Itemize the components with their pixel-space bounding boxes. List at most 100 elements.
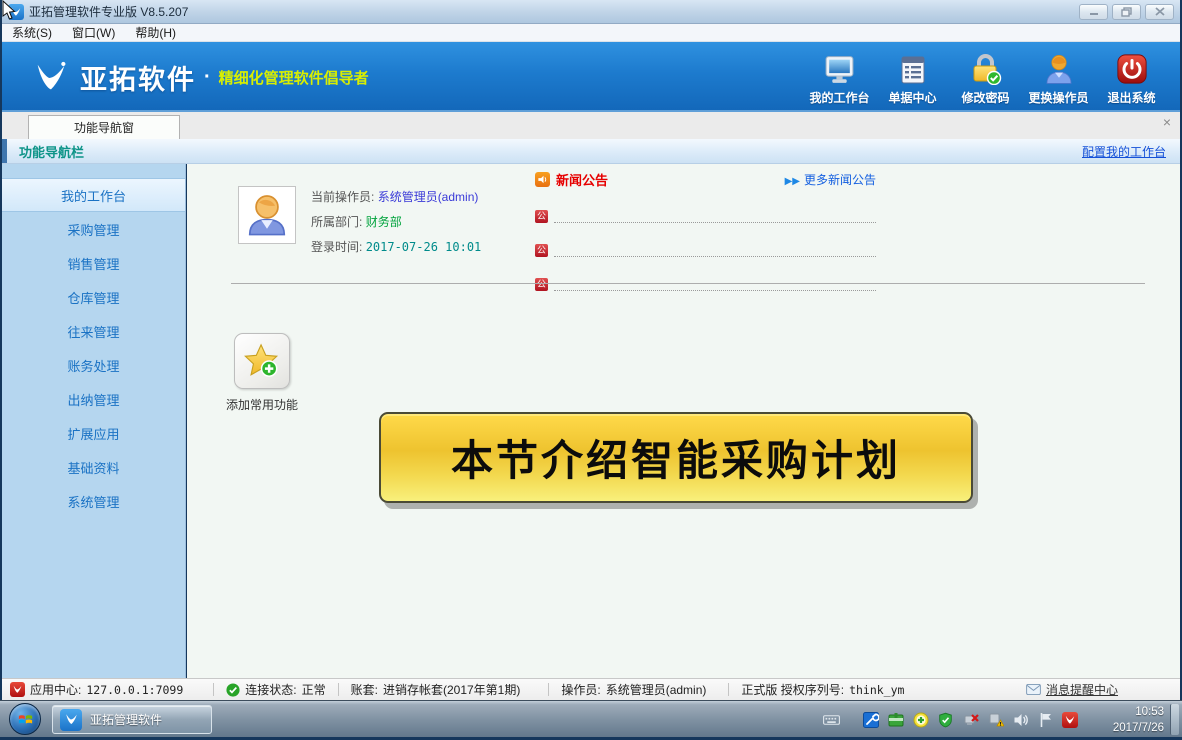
message-center-link[interactable]: 消息提醒中心	[1026, 681, 1118, 698]
toolbar-exit-system[interactable]: 退出系统	[1095, 49, 1168, 106]
menu-help[interactable]: 帮助(H)	[125, 24, 186, 41]
app-center-label: 应用中心:	[30, 681, 81, 698]
workspace-panel: 当前操作员: 系统管理员(admin) 所属部门: 财务部 登录时间: 2017…	[187, 164, 1180, 678]
status-separator	[548, 683, 549, 696]
status-separator	[728, 683, 729, 696]
sidebar-item-extensions[interactable]: 扩展应用	[2, 416, 185, 450]
toolbar-change-operator[interactable]: 更换操作员	[1022, 49, 1095, 106]
power-icon	[1116, 49, 1148, 85]
account-set-value: 进销存帐套(2017年第1期)	[383, 681, 520, 698]
app-center-value: 127.0.0.1:7099	[86, 683, 183, 697]
minimize-button[interactable]	[1079, 4, 1108, 20]
taskbar-app-label: 亚拓管理软件	[90, 711, 162, 728]
status-separator	[213, 683, 214, 696]
connection-value: 正常	[302, 681, 326, 698]
more-news-link[interactable]: ▶▶更多新闻公告	[785, 171, 876, 188]
clock-time: 10:53	[1090, 704, 1164, 720]
sidebar-item-my-workbench[interactable]: 我的工作台	[2, 178, 185, 212]
login-time-value: 2017-07-26 10:01	[366, 240, 482, 254]
document-list-icon	[898, 49, 928, 85]
toolbar-document-center[interactable]: 单据中心	[876, 49, 949, 106]
sidebar-nav: 我的工作台 采购管理 销售管理 仓库管理 往来管理 账务处理 出纳管理 扩展应用…	[2, 164, 186, 678]
news-item-row: 公	[535, 278, 876, 291]
status-operator-value: 系统管理员(admin)	[606, 681, 707, 698]
menu-window[interactable]: 窗口(W)	[62, 24, 125, 41]
window-titlebar: 亚拓管理软件专业版 V8.5.207	[2, 0, 1180, 24]
add-favorite-label: 添加常用功能	[204, 396, 320, 413]
double-arrow-icon: ▶▶	[785, 176, 800, 187]
system-tray	[823, 711, 1078, 728]
department-value: 财务部	[366, 215, 402, 229]
operator-value: 系统管理员(admin)	[378, 190, 479, 204]
operator-avatar	[238, 186, 296, 244]
speaker-icon[interactable]	[1012, 711, 1029, 728]
app-red-icon[interactable]	[1062, 712, 1078, 728]
flag-icon[interactable]	[1037, 711, 1054, 728]
account-set-label: 账套:	[351, 681, 378, 698]
brand-slogan: 精细化管理软件倡导者	[219, 67, 369, 88]
configure-workbench-link[interactable]: 配置我的工作台	[1082, 143, 1166, 160]
lock-icon	[969, 49, 1002, 85]
news-item-row: 公	[535, 210, 876, 223]
menu-bar: 系统(S) 窗口(W) 帮助(H)	[2, 24, 1180, 42]
operator-icon	[1043, 49, 1075, 85]
start-button[interactable]	[9, 703, 41, 735]
sidebar-item-contacts[interactable]: 往来管理	[2, 314, 185, 348]
mouse-cursor	[1, 0, 20, 20]
section-divider	[231, 283, 1145, 284]
sidebar-item-system[interactable]: 系统管理	[2, 484, 185, 518]
license-value: think_ym	[849, 683, 904, 697]
window-title: 亚拓管理软件专业版 V8.5.207	[29, 3, 188, 20]
tab-close-icon[interactable]: ×	[1163, 114, 1171, 130]
restore-button[interactable]	[1112, 4, 1141, 20]
keyboard-icon[interactable]	[823, 711, 840, 728]
taskbar: 亚拓管理软件	[0, 700, 1182, 737]
news-empty-line	[554, 247, 876, 257]
shield-icon[interactable]	[937, 711, 954, 728]
nav-accent-bar	[2, 139, 7, 163]
caption-banner-text: 本节介绍智能采购计划	[451, 427, 901, 488]
operator-info: 当前操作员: 系统管理员(admin) 所属部门: 财务部 登录时间: 2017…	[311, 188, 481, 263]
brand-header: 亚拓软件 · 精细化管理软件倡导者 我的工作台	[2, 42, 1180, 112]
circle-plus-icon[interactable]	[912, 711, 929, 728]
taskbar-app-button[interactable]: 亚拓管理软件	[52, 705, 212, 734]
close-button[interactable]	[1145, 4, 1174, 20]
software-box-icon[interactable]	[887, 711, 904, 728]
show-desktop-button[interactable]	[1170, 704, 1179, 735]
sidebar-item-warehouse[interactable]: 仓库管理	[2, 280, 185, 314]
menu-system[interactable]: 系统(S)	[2, 24, 62, 41]
news-title: 新闻公告	[556, 170, 608, 189]
app-logo-icon	[60, 709, 82, 731]
desktop-screen: 亚拓管理软件专业版 V8.5.207 系统(S) 窗口(W) 帮助(H) 亚拓软…	[0, 0, 1182, 740]
toolbar-my-workbench[interactable]: 我的工作台	[803, 49, 876, 106]
status-operator-label: 操作员:	[561, 681, 600, 698]
brand-dot: ·	[204, 66, 211, 89]
envelope-icon	[1026, 684, 1041, 695]
department-label: 所属部门:	[311, 215, 362, 229]
sidebar-item-purchase[interactable]: 采购管理	[2, 212, 185, 246]
announcement-bullet-icon: 公	[535, 244, 548, 257]
toolbar-change-password[interactable]: 修改密码	[949, 49, 1022, 106]
star-plus-icon	[243, 342, 281, 380]
license-label: 正式版 授权序列号:	[741, 681, 844, 698]
device-warning-icon[interactable]	[987, 711, 1004, 728]
taskbar-clock[interactable]: 10:53 2017/7/26	[1090, 704, 1164, 736]
sidebar-item-base-data[interactable]: 基础资料	[2, 450, 185, 484]
operator-label: 当前操作员:	[311, 190, 374, 204]
tab-function-navigator[interactable]: 功能导航窗	[28, 115, 180, 139]
add-favorite-button[interactable]	[234, 333, 290, 389]
windows-flag-icon	[17, 711, 34, 728]
brand-name: 亚拓软件	[80, 58, 196, 97]
connection-ok-icon	[226, 683, 240, 697]
connection-label: 连接状态:	[245, 681, 296, 698]
wrench-tool-icon[interactable]	[862, 711, 879, 728]
announcement-bullet-icon: 公	[535, 278, 548, 291]
sidebar-item-accounting[interactable]: 账务处理	[2, 348, 185, 382]
brand-swoosh-icon	[32, 59, 70, 97]
tab-strip: 功能导航窗 ×	[2, 112, 1180, 139]
sidebar-item-sales[interactable]: 销售管理	[2, 246, 185, 280]
sidebar-item-cashier[interactable]: 出纳管理	[2, 382, 185, 416]
caption-banner: 本节介绍智能采购计划	[379, 412, 973, 503]
status-bar: 应用中心: 127.0.0.1:7099 连接状态: 正常 账套: 进销存帐套(…	[2, 678, 1180, 700]
usb-remove-icon[interactable]	[962, 711, 979, 728]
